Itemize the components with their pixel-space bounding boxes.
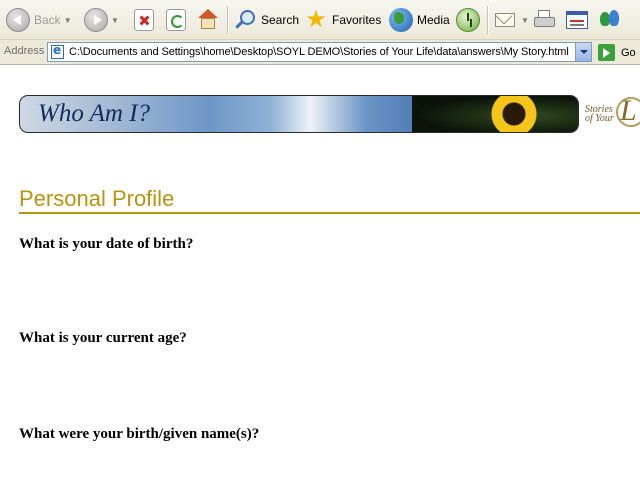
- logo-text-line2: of Your: [585, 113, 614, 124]
- page-icon: [51, 43, 64, 59]
- mail-dropdown-icon[interactable]: ▼: [521, 16, 529, 25]
- back-arrow-icon: [6, 8, 30, 32]
- toolbar-separator: [227, 6, 229, 34]
- favorites-label: Favorites: [332, 13, 382, 27]
- edit-page-icon: [565, 8, 589, 32]
- history-icon: [456, 8, 480, 32]
- forward-button[interactable]: ▼: [84, 5, 119, 35]
- browser-toolbar: Back ▼ ▼ Search ★ Favorites Media ▼: [0, 0, 640, 40]
- stories-of-your-life-logo: L Stories of Your: [582, 93, 640, 135]
- section-heading: Personal Profile: [19, 186, 175, 211]
- address-label: Address: [4, 45, 45, 57]
- toolbar-separator: [487, 6, 489, 34]
- search-button[interactable]: Search: [233, 5, 299, 35]
- address-input[interactable]: C:\Documents and Settings\home\Desktop\S…: [47, 42, 592, 62]
- address-bar: Address C:\Documents and Settings\home\D…: [0, 40, 640, 65]
- media-globe-icon: [389, 8, 413, 32]
- go-label: Go: [621, 46, 636, 59]
- messenger-icon: [598, 8, 622, 32]
- go-arrow-icon: [598, 44, 615, 61]
- refresh-icon: [166, 9, 186, 31]
- home-button[interactable]: [196, 5, 220, 35]
- printer-icon: [532, 8, 556, 32]
- stop-button[interactable]: [134, 5, 154, 35]
- home-icon: [196, 8, 220, 32]
- edit-button[interactable]: [565, 5, 589, 35]
- question-current-age: What is your current age?: [19, 330, 187, 346]
- forward-dropdown-icon[interactable]: ▼: [111, 16, 119, 25]
- media-button[interactable]: Media: [389, 5, 450, 35]
- page-content: Who Am I? L Stories of Your Personal Pro…: [0, 65, 640, 480]
- messenger-button[interactable]: [598, 5, 622, 35]
- banner-title: Who Am I?: [38, 100, 151, 127]
- address-url[interactable]: C:\Documents and Settings\home\Desktop\S…: [69, 46, 569, 58]
- mail-icon: [494, 8, 518, 32]
- forward-arrow-icon: [84, 8, 108, 32]
- logo-text: Stories of Your: [585, 105, 614, 124]
- mail-button[interactable]: ▼: [494, 5, 529, 35]
- back-button[interactable]: Back ▼: [6, 5, 72, 35]
- history-button[interactable]: [456, 5, 480, 35]
- go-button[interactable]: Go: [598, 43, 636, 62]
- favorites-button[interactable]: ★ Favorites: [304, 5, 381, 35]
- heading-divider: [19, 212, 640, 214]
- search-label: Search: [261, 13, 300, 27]
- logo-letter: L: [620, 94, 637, 127]
- print-button[interactable]: [532, 5, 556, 35]
- sunflower-icon: [490, 96, 538, 132]
- question-birth-names: What were your birth/given name(s)?: [19, 426, 260, 442]
- address-dropdown-icon[interactable]: [575, 43, 591, 61]
- back-label: Back: [34, 13, 61, 27]
- search-icon: [233, 8, 257, 32]
- header-banner: Who Am I?: [19, 95, 579, 133]
- back-dropdown-icon[interactable]: ▼: [64, 16, 72, 25]
- question-date-of-birth: What is your date of birth?: [19, 236, 194, 252]
- stop-icon: [134, 9, 154, 31]
- refresh-button[interactable]: [166, 5, 186, 35]
- star-icon: ★: [305, 6, 327, 33]
- media-label: Media: [417, 13, 450, 27]
